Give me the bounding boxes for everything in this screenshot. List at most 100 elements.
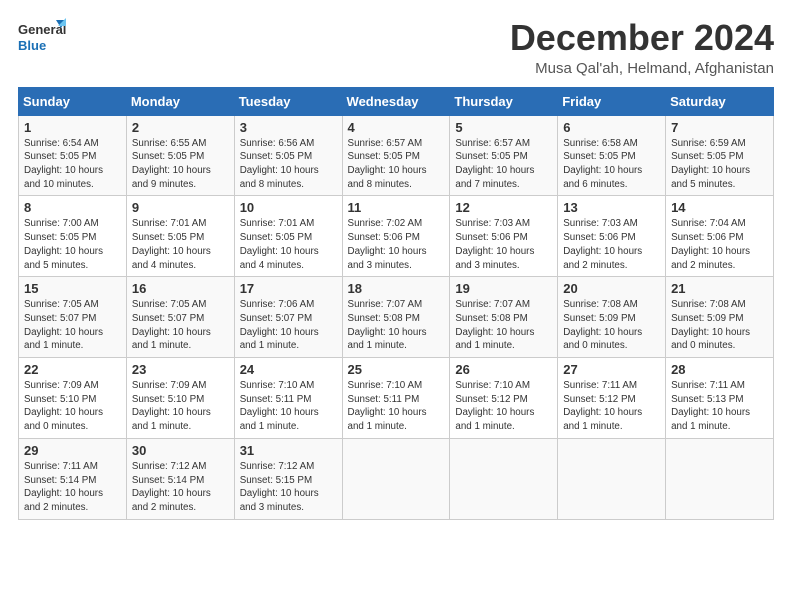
day-number: 24 [240, 362, 337, 377]
day-cell: 10 Sunrise: 7:01 AMSunset: 5:05 PMDaylig… [234, 196, 342, 277]
day-number: 11 [348, 200, 445, 215]
day-info: Sunrise: 7:03 AMSunset: 5:06 PMDaylight:… [563, 218, 642, 270]
day-info: Sunrise: 6:59 AMSunset: 5:05 PMDaylight:… [671, 138, 750, 190]
day-number: 9 [132, 200, 229, 215]
day-info: Sunrise: 6:54 AMSunset: 5:05 PMDaylight:… [24, 138, 103, 190]
day-cell [342, 438, 450, 519]
day-number: 1 [24, 120, 121, 135]
header-row: SundayMondayTuesdayWednesdayThursdayFrid… [19, 87, 774, 115]
calendar-table: SundayMondayTuesdayWednesdayThursdayFrid… [18, 87, 774, 520]
week-row-2: 8 Sunrise: 7:00 AMSunset: 5:05 PMDayligh… [19, 196, 774, 277]
day-number: 4 [348, 120, 445, 135]
day-number: 20 [563, 281, 660, 296]
col-header-tuesday: Tuesday [234, 87, 342, 115]
day-cell: 20 Sunrise: 7:08 AMSunset: 5:09 PMDaylig… [558, 277, 666, 358]
day-cell: 13 Sunrise: 7:03 AMSunset: 5:06 PMDaylig… [558, 196, 666, 277]
day-info: Sunrise: 7:12 AMSunset: 5:14 PMDaylight:… [132, 461, 211, 513]
col-header-saturday: Saturday [666, 87, 774, 115]
day-info: Sunrise: 6:56 AMSunset: 5:05 PMDaylight:… [240, 138, 319, 190]
page: General Blue December 2024 Musa Qal'ah, … [0, 0, 792, 530]
day-number: 22 [24, 362, 121, 377]
day-cell: 7 Sunrise: 6:59 AMSunset: 5:05 PMDayligh… [666, 115, 774, 196]
day-cell [666, 438, 774, 519]
day-cell [450, 438, 558, 519]
week-row-5: 29 Sunrise: 7:11 AMSunset: 5:14 PMDaylig… [19, 438, 774, 519]
day-cell: 8 Sunrise: 7:00 AMSunset: 5:05 PMDayligh… [19, 196, 127, 277]
logo-svg: General Blue [18, 18, 68, 56]
day-cell: 28 Sunrise: 7:11 AMSunset: 5:13 PMDaylig… [666, 358, 774, 439]
week-row-4: 22 Sunrise: 7:09 AMSunset: 5:10 PMDaylig… [19, 358, 774, 439]
week-row-1: 1 Sunrise: 6:54 AMSunset: 5:05 PMDayligh… [19, 115, 774, 196]
day-cell [558, 438, 666, 519]
day-number: 5 [455, 120, 552, 135]
day-number: 3 [240, 120, 337, 135]
day-info: Sunrise: 7:06 AMSunset: 5:07 PMDaylight:… [240, 299, 319, 351]
day-cell: 6 Sunrise: 6:58 AMSunset: 5:05 PMDayligh… [558, 115, 666, 196]
day-info: Sunrise: 7:05 AMSunset: 5:07 PMDaylight:… [24, 299, 103, 351]
day-cell: 25 Sunrise: 7:10 AMSunset: 5:11 PMDaylig… [342, 358, 450, 439]
day-number: 30 [132, 443, 229, 458]
day-number: 17 [240, 281, 337, 296]
day-number: 18 [348, 281, 445, 296]
day-info: Sunrise: 6:57 AMSunset: 5:05 PMDaylight:… [348, 138, 427, 190]
day-number: 26 [455, 362, 552, 377]
day-cell: 18 Sunrise: 7:07 AMSunset: 5:08 PMDaylig… [342, 277, 450, 358]
day-info: Sunrise: 7:05 AMSunset: 5:07 PMDaylight:… [132, 299, 211, 351]
day-number: 21 [671, 281, 768, 296]
day-cell: 11 Sunrise: 7:02 AMSunset: 5:06 PMDaylig… [342, 196, 450, 277]
day-cell: 17 Sunrise: 7:06 AMSunset: 5:07 PMDaylig… [234, 277, 342, 358]
day-number: 16 [132, 281, 229, 296]
col-header-friday: Friday [558, 87, 666, 115]
day-info: Sunrise: 7:09 AMSunset: 5:10 PMDaylight:… [132, 380, 211, 432]
day-cell: 26 Sunrise: 7:10 AMSunset: 5:12 PMDaylig… [450, 358, 558, 439]
day-cell: 30 Sunrise: 7:12 AMSunset: 5:14 PMDaylig… [126, 438, 234, 519]
day-number: 2 [132, 120, 229, 135]
day-info: Sunrise: 7:04 AMSunset: 5:06 PMDaylight:… [671, 218, 750, 270]
day-cell: 3 Sunrise: 6:56 AMSunset: 5:05 PMDayligh… [234, 115, 342, 196]
day-info: Sunrise: 7:10 AMSunset: 5:12 PMDaylight:… [455, 380, 534, 432]
day-cell: 1 Sunrise: 6:54 AMSunset: 5:05 PMDayligh… [19, 115, 127, 196]
day-cell: 19 Sunrise: 7:07 AMSunset: 5:08 PMDaylig… [450, 277, 558, 358]
day-info: Sunrise: 7:07 AMSunset: 5:08 PMDaylight:… [348, 299, 427, 351]
day-info: Sunrise: 7:01 AMSunset: 5:05 PMDaylight:… [132, 218, 211, 270]
day-number: 25 [348, 362, 445, 377]
col-header-thursday: Thursday [450, 87, 558, 115]
day-number: 13 [563, 200, 660, 215]
day-info: Sunrise: 7:07 AMSunset: 5:08 PMDaylight:… [455, 299, 534, 351]
day-cell: 14 Sunrise: 7:04 AMSunset: 5:06 PMDaylig… [666, 196, 774, 277]
col-header-monday: Monday [126, 87, 234, 115]
day-info: Sunrise: 7:10 AMSunset: 5:11 PMDaylight:… [348, 380, 427, 432]
day-cell: 16 Sunrise: 7:05 AMSunset: 5:07 PMDaylig… [126, 277, 234, 358]
day-number: 12 [455, 200, 552, 215]
location: Musa Qal'ah, Helmand, Afghanistan [510, 60, 774, 77]
day-info: Sunrise: 7:11 AMSunset: 5:14 PMDaylight:… [24, 461, 103, 513]
day-info: Sunrise: 7:02 AMSunset: 5:06 PMDaylight:… [348, 218, 427, 270]
col-header-sunday: Sunday [19, 87, 127, 115]
day-cell: 29 Sunrise: 7:11 AMSunset: 5:14 PMDaylig… [19, 438, 127, 519]
day-info: Sunrise: 7:03 AMSunset: 5:06 PMDaylight:… [455, 218, 534, 270]
day-cell: 31 Sunrise: 7:12 AMSunset: 5:15 PMDaylig… [234, 438, 342, 519]
day-number: 8 [24, 200, 121, 215]
day-cell: 23 Sunrise: 7:09 AMSunset: 5:10 PMDaylig… [126, 358, 234, 439]
day-info: Sunrise: 7:11 AMSunset: 5:13 PMDaylight:… [671, 380, 750, 432]
day-number: 29 [24, 443, 121, 458]
day-number: 27 [563, 362, 660, 377]
day-cell: 22 Sunrise: 7:09 AMSunset: 5:10 PMDaylig… [19, 358, 127, 439]
day-info: Sunrise: 6:58 AMSunset: 5:05 PMDaylight:… [563, 138, 642, 190]
header: General Blue December 2024 Musa Qal'ah, … [18, 18, 774, 77]
day-cell: 9 Sunrise: 7:01 AMSunset: 5:05 PMDayligh… [126, 196, 234, 277]
day-number: 15 [24, 281, 121, 296]
day-cell: 12 Sunrise: 7:03 AMSunset: 5:06 PMDaylig… [450, 196, 558, 277]
day-info: Sunrise: 7:10 AMSunset: 5:11 PMDaylight:… [240, 380, 319, 432]
day-info: Sunrise: 7:08 AMSunset: 5:09 PMDaylight:… [563, 299, 642, 351]
day-info: Sunrise: 7:11 AMSunset: 5:12 PMDaylight:… [563, 380, 642, 432]
day-info: Sunrise: 7:12 AMSunset: 5:15 PMDaylight:… [240, 461, 319, 513]
day-info: Sunrise: 7:01 AMSunset: 5:05 PMDaylight:… [240, 218, 319, 270]
day-info: Sunrise: 7:09 AMSunset: 5:10 PMDaylight:… [24, 380, 103, 432]
day-cell: 24 Sunrise: 7:10 AMSunset: 5:11 PMDaylig… [234, 358, 342, 439]
day-cell: 27 Sunrise: 7:11 AMSunset: 5:12 PMDaylig… [558, 358, 666, 439]
day-info: Sunrise: 7:08 AMSunset: 5:09 PMDaylight:… [671, 299, 750, 351]
day-cell: 4 Sunrise: 6:57 AMSunset: 5:05 PMDayligh… [342, 115, 450, 196]
day-number: 19 [455, 281, 552, 296]
title-section: December 2024 Musa Qal'ah, Helmand, Afgh… [510, 18, 774, 77]
